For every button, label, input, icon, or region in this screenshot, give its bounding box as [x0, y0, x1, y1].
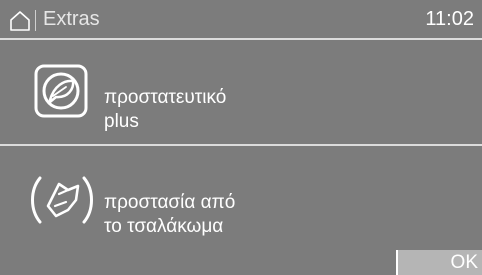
item-label: προστασία από το τσαλάκωμα — [104, 191, 235, 239]
clock: 11:02 — [425, 8, 474, 30]
item-label-line1: προστασία από — [104, 192, 236, 213]
feather-protection-icon — [34, 64, 88, 118]
footer-bar: OK — [0, 250, 482, 275]
crease-protection-icon — [31, 176, 93, 224]
item-label-line2: plus — [104, 111, 139, 132]
footer-spacer — [0, 250, 396, 275]
item-label-line1: προστατευτικό — [104, 87, 227, 108]
ok-button[interactable]: OK — [398, 250, 482, 275]
item-label: προστατευτικό plus — [104, 86, 226, 134]
list-item-crease-protection[interactable]: προστασία από το τσαλάκωμα — [0, 146, 482, 250]
list-item-protection-plus[interactable]: προστατευτικό plus — [0, 40, 482, 144]
program-extras-screen: Extras 11:02 προστατευτικό plus προστασί… — [0, 0, 482, 275]
page-title: Extras — [43, 8, 100, 30]
header-divider — [35, 10, 36, 31]
item-label-line2: το τσαλάκωμα — [104, 216, 224, 237]
header-bar: Extras 11:02 — [0, 0, 482, 38]
home-icon[interactable] — [9, 10, 31, 31]
